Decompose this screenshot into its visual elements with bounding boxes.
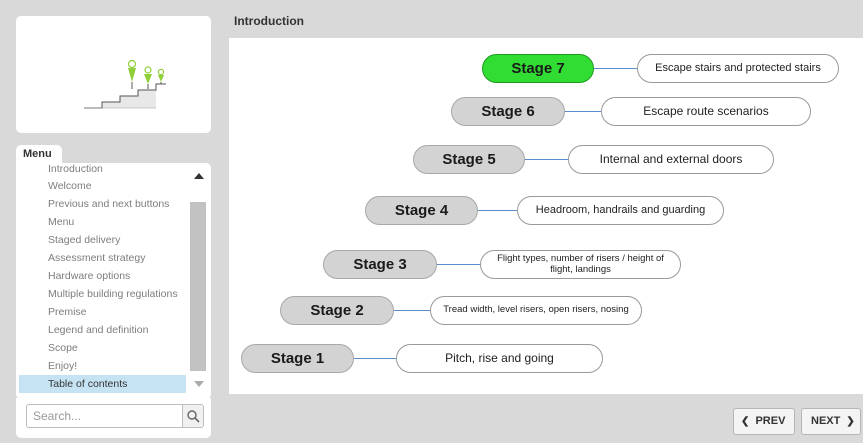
logo-card (16, 16, 211, 133)
search-input[interactable] (26, 404, 182, 428)
stage-connector (437, 264, 480, 265)
next-button[interactable]: NEXT ❯ (801, 408, 861, 435)
menu-scrollbar[interactable] (190, 163, 206, 395)
slide-canvas: Stage 7 Escape stairs and protected stair… (229, 38, 863, 394)
stairs-with-people-icon (84, 59, 166, 109)
search-icon (187, 410, 200, 423)
menu-tab: Menu (16, 145, 62, 164)
next-label: NEXT (811, 415, 841, 427)
stage-description: Pitch, rise and going (396, 344, 603, 373)
stage-button[interactable]: Stage 1 (241, 344, 354, 373)
scroll-down-arrow-icon[interactable] (194, 381, 204, 387)
menu-item[interactable]: Premise (19, 303, 186, 321)
menu-item[interactable]: Scope (19, 339, 186, 357)
stage-connector (525, 159, 568, 160)
scroll-up-arrow-icon[interactable] (194, 173, 204, 179)
menu-item[interactable]: Previous and next buttons (19, 195, 186, 213)
stage-button[interactable]: Stage 5 (413, 145, 525, 174)
menu-item[interactable]: Table of contents (19, 375, 186, 393)
stage-connector (354, 358, 396, 359)
stage-button[interactable]: Stage 3 (323, 250, 437, 279)
menu-item[interactable]: Legend and definition (19, 321, 186, 339)
search-box (16, 398, 211, 438)
menu-item[interactable]: Introduction (19, 163, 186, 177)
menu-list: Introduction Welcome Previous and next but… (19, 163, 186, 393)
chevron-right-icon: ❯ (846, 416, 855, 427)
stage-description: Escape stairs and protected stairs (637, 54, 839, 83)
menu-item[interactable]: Welcome (19, 177, 186, 195)
scrollbar-thumb[interactable] (190, 202, 206, 371)
stage-description: Flight types, number of risers / height … (480, 250, 681, 279)
menu-item[interactable]: Menu (19, 213, 186, 231)
stage-connector (594, 68, 637, 69)
menu-item[interactable]: Staged delivery (19, 231, 186, 249)
stage-button[interactable]: Stage 2 (280, 296, 394, 325)
page-title: Introduction (234, 14, 304, 28)
stage-connector (394, 310, 430, 311)
menu-item[interactable]: Enjoy! (19, 357, 186, 375)
stage-description: Internal and external doors (568, 145, 774, 174)
stage-button[interactable]: Stage 7 (482, 54, 594, 83)
stage-description: Headroom, handrails and guarding (517, 196, 724, 225)
stage-description: Tread width, level risers, open risers, … (430, 296, 642, 325)
chevron-left-icon: ❮ (741, 416, 750, 427)
menu-panel: Introduction Welcome Previous and next but… (16, 163, 211, 399)
stage-button[interactable]: Stage 4 (365, 196, 478, 225)
menu-item[interactable]: Hardware options (19, 267, 186, 285)
menu-item[interactable]: Assessment strategy (19, 249, 186, 267)
prev-button[interactable]: ❮ PREV (733, 408, 795, 435)
stage-connector (565, 111, 601, 112)
search-button[interactable] (182, 404, 204, 428)
menu-item[interactable]: Multiple building regulations (19, 285, 186, 303)
stage-button[interactable]: Stage 6 (451, 97, 565, 126)
stage-connector (478, 210, 517, 211)
stage-description: Escape route scenarios (601, 97, 811, 126)
prev-label: PREV (755, 415, 786, 427)
